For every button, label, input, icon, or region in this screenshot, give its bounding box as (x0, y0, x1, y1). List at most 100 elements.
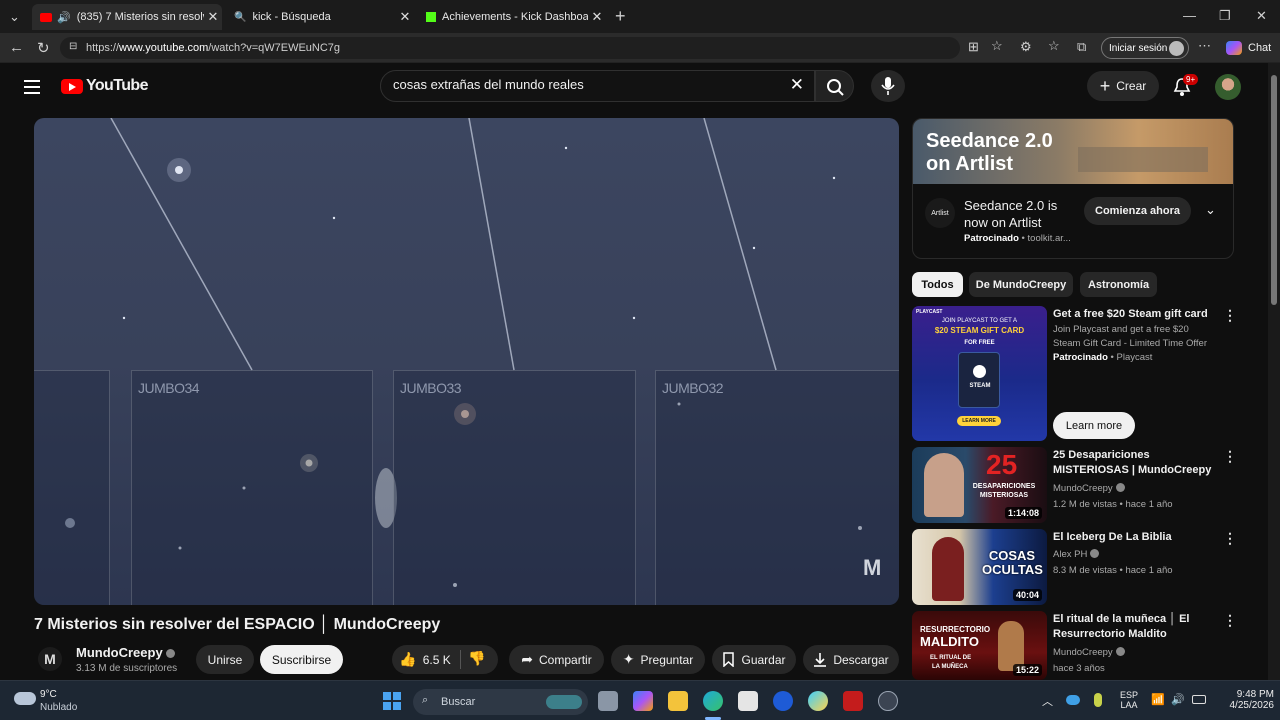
thumb-text-line2: OCULTAS (982, 562, 1043, 577)
user-avatar[interactable] (1215, 74, 1241, 100)
channel-name-text: MundoCreepy (76, 645, 163, 660)
wifi-icon[interactable]: 📶 (1151, 693, 1165, 706)
channel-avatar[interactable]: M (38, 647, 62, 671)
recommendation-title[interactable]: 25 Desapariciones MISTERIOSAS | MundoCre… (1053, 448, 1218, 478)
clock[interactable]: 9:48 PM 4/25/2026 (1214, 689, 1275, 711)
youtube-logo-icon[interactable] (61, 79, 83, 94)
reader-view-icon[interactable]: ⊞ (968, 39, 979, 55)
chip-todos[interactable]: Todos (912, 272, 963, 297)
hp-app-icon[interactable] (773, 691, 793, 711)
hamburger-menu-icon[interactable] (24, 80, 40, 94)
recommendation-thumbnail[interactable]: PLAYCAST JOIN PLAYCAST TO GET A $20 STEA… (912, 306, 1047, 441)
scrollbar-thumb[interactable] (1271, 75, 1277, 305)
more-menu-icon[interactable]: ⋯ (1198, 38, 1211, 54)
join-button[interactable]: Unirse (196, 645, 254, 674)
signin-button[interactable]: Iniciar sesión (1101, 37, 1189, 59)
voice-search-button[interactable] (871, 70, 905, 102)
ad-title-line1: Seedance 2.0 is (964, 198, 1058, 213)
channel-name[interactable]: MundoCreepy (76, 645, 175, 660)
mcafee-icon[interactable] (843, 691, 863, 711)
collections-icon[interactable]: ⧉ (1077, 39, 1086, 55)
minimize-icon[interactable]: — (1183, 8, 1196, 23)
battery-icon[interactable] (1192, 695, 1206, 704)
subscribe-button[interactable]: Suscribirse (260, 645, 343, 674)
more-options-icon[interactable]: ⋮ (1223, 448, 1237, 465)
windows-start-icon[interactable] (383, 692, 401, 710)
chip-de-mundocreepy[interactable]: De MundoCreepy (969, 272, 1073, 297)
thumb-brand: PLAYCAST (916, 309, 943, 315)
weather-temperature[interactable]: 9°C (40, 689, 57, 700)
chevron-down-icon[interactable]: ⌄ (1205, 202, 1216, 218)
search-button[interactable] (815, 70, 854, 102)
recommendation-title[interactable]: El ritual de la muñeca │ El Resurrectori… (1053, 612, 1218, 642)
extension-icon[interactable]: ⚙ (1020, 39, 1032, 55)
recommendation-stats: 1.2 M de vistas • hace 1 año (1053, 499, 1173, 510)
cloud-weather-icon[interactable] (14, 692, 36, 705)
download-button[interactable]: Descargar (803, 645, 899, 674)
more-options-icon[interactable]: ⋮ (1223, 530, 1237, 547)
recommendation-title[interactable]: El Iceberg De La Biblia (1053, 530, 1218, 545)
onedrive-icon[interactable] (1066, 695, 1080, 705)
close-tab-icon[interactable]: ✕ (588, 9, 606, 25)
save-button[interactable]: Guardar (712, 645, 796, 674)
tab-title: kick - Búsqueda (252, 11, 331, 23)
tray-microphone-icon[interactable] (1094, 693, 1102, 707)
thumbs-down-icon[interactable]: 👎 (468, 650, 485, 667)
close-window-icon[interactable]: ✕ (1256, 8, 1267, 24)
page-scrollbar[interactable] (1268, 63, 1280, 680)
search-icon (827, 79, 844, 96)
settings-app-icon[interactable] (878, 691, 898, 711)
more-options-icon[interactable]: ⋮ (1223, 612, 1237, 629)
speaker-icon[interactable]: 🔊 (57, 11, 71, 24)
ad-banner-line2: on Artlist (926, 153, 1014, 175)
video-player[interactable]: JUMBO34 JUMBO33 JUMBO32 M (34, 118, 899, 605)
ad-cta-button[interactable]: Comienza ahora (1084, 197, 1191, 225)
maximize-icon[interactable]: ❐ (1219, 8, 1231, 24)
tab-kick-dashboard[interactable]: Achievements - Kick Dashboard ✕ (418, 4, 606, 30)
more-options-icon[interactable]: ⋮ (1223, 307, 1237, 324)
share-button[interactable]: ➦ Compartir (509, 645, 604, 674)
youtube-logo-text[interactable]: YouTube (86, 77, 148, 95)
input-language[interactable]: ESP LAA (1116, 690, 1142, 710)
ad-title-line2: now on Artlist (964, 215, 1042, 230)
close-tab-icon[interactable]: ✕ (204, 9, 222, 25)
microsoft-store-icon[interactable] (738, 691, 758, 711)
site-info-icon[interactable]: ⊟ (69, 41, 77, 52)
recommendation-thumbnail[interactable]: 25 DESAPARICIONES MISTERIOSAS 1:14:08 (912, 447, 1047, 523)
task-view-icon[interactable] (598, 691, 618, 711)
close-tab-icon[interactable]: ✕ (396, 9, 414, 25)
learn-more-button[interactable]: Learn more (1053, 412, 1135, 439)
tab-youtube[interactable]: 🔊 (835) 7 Misterios sin resolver d ✕ (32, 4, 222, 30)
file-explorer-icon[interactable] (668, 691, 688, 711)
recommendation-title[interactable]: Get a free $20 Steam gift card (1053, 307, 1218, 322)
weather-description[interactable]: Nublado (40, 702, 77, 713)
url-field[interactable]: ⊟ https://www.youtube.com/watch?v=qW7EWE… (60, 37, 960, 59)
volume-icon[interactable]: 🔊 (1171, 693, 1185, 706)
favorites-icon[interactable]: ☆ (1048, 38, 1060, 54)
taskbar-search-box[interactable]: ⌕ Buscar (413, 689, 588, 715)
signin-label: Iniciar sesión (1109, 42, 1168, 54)
create-button[interactable]: + Crear (1087, 71, 1159, 101)
copilot-app-icon[interactable] (633, 691, 653, 711)
tray-overflow-icon[interactable]: ︿ (1042, 693, 1053, 709)
favorite-star-icon[interactable]: ☆ (991, 38, 1003, 54)
youtube-header: YouTube ✕ + Crear 9+ (0, 63, 1268, 111)
thumb-text-line3: EL RITUAL DE (930, 655, 972, 661)
search-input[interactable] (393, 77, 773, 92)
weather-app-icon[interactable] (808, 691, 828, 711)
copilot-icon[interactable] (1226, 41, 1242, 55)
chip-astronomia[interactable]: Astronomía (1080, 272, 1157, 297)
ask-button[interactable]: ✦ Preguntar (611, 645, 705, 674)
chat-label[interactable]: Chat (1248, 42, 1271, 54)
tab-list-chevron-icon[interactable]: ⌄ (9, 9, 20, 25)
recommendation-thumbnail[interactable]: COSAS OCULTAS 40:04 (912, 529, 1047, 605)
back-icon[interactable]: ← (9, 39, 24, 56)
recommendation-channel: MundoCreepy (1053, 647, 1125, 658)
edge-browser-icon[interactable] (703, 691, 723, 711)
recommendation-thumbnail[interactable]: RESURRECTORIO MALDITO EL RITUAL DE LA MU… (912, 611, 1047, 680)
reload-icon[interactable]: ↻ (37, 39, 50, 57)
clear-search-icon[interactable]: ✕ (790, 75, 804, 95)
new-tab-icon[interactable]: + (615, 6, 626, 27)
sponsored-ad-card[interactable]: Seedance 2.0 on Artlist Artlist Seedance… (912, 118, 1234, 259)
tab-kick-search[interactable]: 🔍 kick - Búsqueda ✕ (226, 4, 414, 30)
